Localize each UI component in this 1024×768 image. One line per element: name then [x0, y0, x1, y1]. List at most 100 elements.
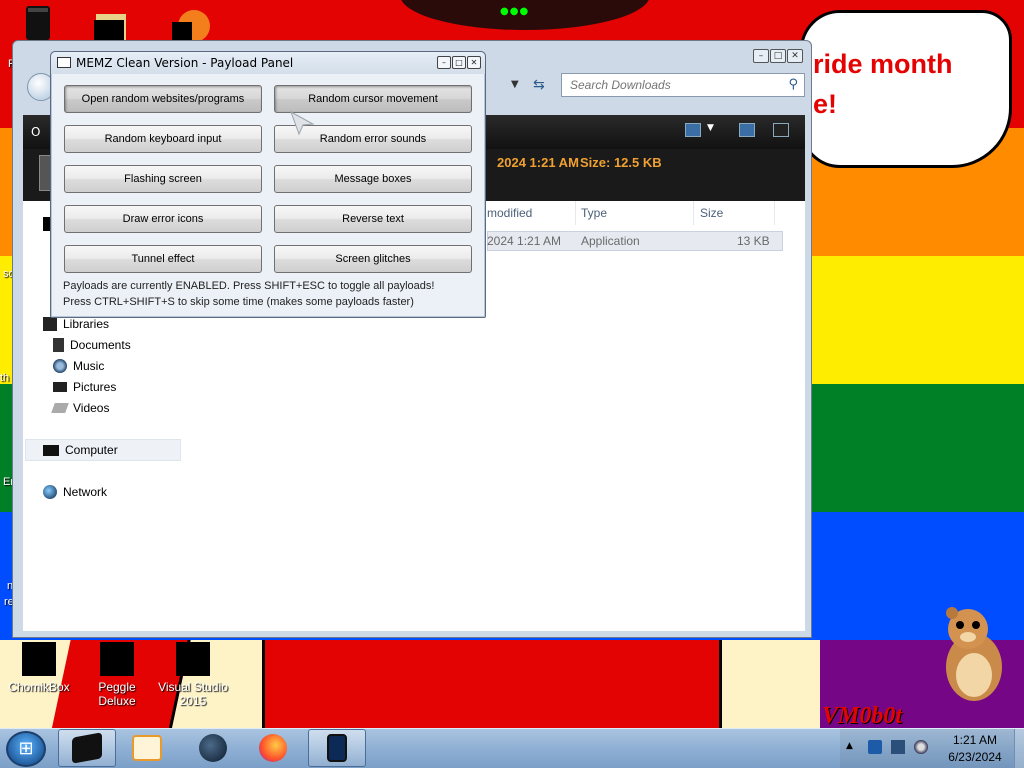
minimize-button[interactable]: – [437, 56, 451, 69]
taskbar-button-media-player[interactable] [118, 729, 176, 767]
nav-item-label: Network [63, 485, 108, 499]
payload-random-keyboard-input-button[interactable]: Random keyboard input [64, 125, 262, 153]
chevron-down-icon[interactable]: ▼ [707, 123, 714, 133]
column-header-size[interactable]: Size [700, 206, 723, 220]
memz-caption-buttons: – □ ✕ [437, 56, 481, 69]
payload-random-cursor-movement-button[interactable]: Random cursor movement [274, 85, 472, 113]
memz-task-icon [327, 734, 347, 762]
desktop-icon-label: ChomikBox [8, 680, 70, 694]
wallpaper-figure-eyes: ●●● [500, 6, 530, 17]
minimize-button[interactable]: – [753, 49, 769, 63]
speech-line-2: e! [813, 89, 838, 119]
nav-item-network[interactable]: Network [43, 485, 107, 499]
nav-item-label: Documents [70, 338, 131, 352]
speech-line-1: ride month [813, 49, 953, 79]
clock-time[interactable]: 1:21 AM [947, 733, 1003, 747]
volume-icon[interactable] [914, 740, 928, 754]
desktop-partial-label-3: th [0, 372, 10, 384]
documents-icon [53, 338, 64, 352]
close-button[interactable]: ✕ [467, 56, 481, 69]
payload-reverse-text-button[interactable]: Reverse text [274, 205, 472, 233]
file-size: 13 KB [737, 234, 770, 248]
close-button[interactable]: ✕ [787, 49, 803, 63]
nav-item-computer[interactable]: Computer [43, 443, 118, 457]
nav-item-music[interactable]: Music [53, 359, 104, 373]
details-date-modified: 2024 1:21 AM [497, 155, 579, 170]
memz-payload-panel-window: MEMZ Clean Version - Payload Panel – □ ✕… [50, 51, 486, 318]
payload-message-boxes-button[interactable]: Message boxes [274, 165, 472, 193]
taskbar-button-steam[interactable] [184, 729, 242, 767]
wallpaper-figure-body [262, 640, 722, 728]
search-box[interactable]: ⚲ [561, 73, 805, 97]
folder-shortcut-icon[interactable] [92, 4, 132, 44]
payload-status-text: Payloads are currently ENABLED. Press SH… [63, 280, 435, 292]
taskbar-button-firefox[interactable] [244, 729, 302, 767]
organize-menu[interactable]: O [31, 125, 40, 139]
file-type: Application [581, 234, 640, 248]
show-desktop-button[interactable] [1014, 729, 1024, 768]
explorer-task-icon [72, 732, 102, 764]
payload-skip-time-hint: Press CTRL+SHIFT+S to skip some time (ma… [63, 296, 414, 308]
preview-pane-icon[interactable] [739, 123, 755, 137]
file-date-modified: 2024 1:21 AM [487, 234, 562, 248]
nav-item-libraries[interactable]: Libraries [43, 317, 109, 331]
payload-draw-error-icons-button[interactable]: Draw error icons [64, 205, 262, 233]
videos-icon [51, 403, 69, 413]
column-divider[interactable] [575, 201, 576, 225]
nav-item-label: Music [73, 359, 105, 373]
clock-date[interactable]: 6/23/2024 [945, 750, 1005, 764]
nav-item-label: Videos [73, 401, 110, 415]
column-divider[interactable] [774, 201, 775, 225]
payload-screen-glitches-button[interactable]: Screen glitches [274, 245, 472, 273]
maximize-button[interactable]: □ [452, 56, 466, 69]
window-title: MEMZ Clean Version - Payload Panel [76, 56, 294, 70]
payload-tunnel-effect-button[interactable]: Tunnel effect [64, 245, 262, 273]
search-input[interactable] [562, 74, 772, 96]
memz-titlebar[interactable]: MEMZ Clean Version - Payload Panel – □ ✕ [51, 52, 485, 74]
desktop-icon-label: Visual Studio 2015 [158, 680, 228, 708]
refresh-icon[interactable]: ⇆ [533, 77, 545, 93]
computer-icon [43, 444, 59, 456]
speech-bubble-text: ride month e! [813, 44, 953, 124]
pictures-icon [53, 382, 67, 392]
vm-watermark-logo: VM0b0t [822, 703, 903, 728]
peggle-deluxe-icon [100, 642, 134, 676]
nav-item-pictures[interactable]: Pictures [53, 380, 116, 394]
view-options-icon[interactable] [685, 123, 701, 137]
desktop-icon-label: Peggle Deluxe [98, 680, 136, 708]
media-player-icon [132, 735, 162, 761]
payload-flashing-screen-button[interactable]: Flashing screen [64, 165, 262, 193]
nav-item-label: Computer [65, 443, 118, 457]
column-header-date-modified[interactable]: modified [487, 206, 532, 220]
nav-item-label: Pictures [73, 380, 117, 394]
taskbar-button-memz[interactable] [308, 729, 366, 767]
chevron-down-icon[interactable]: ▼ [511, 79, 519, 90]
recycle-bin-icon[interactable] [18, 4, 58, 44]
nav-item-label: Libraries [63, 317, 110, 331]
payload-open-random-websites-button[interactable]: Open random websites/programs [64, 85, 262, 113]
show-hidden-icons-icon[interactable]: ▲ [846, 741, 853, 751]
network-tray-icon[interactable] [891, 740, 905, 754]
search-icon[interactable]: ⚲ [788, 77, 798, 92]
steam-icon [199, 734, 227, 762]
column-header-type[interactable]: Type [581, 206, 607, 220]
libraries-icon [43, 317, 57, 331]
help-icon[interactable] [773, 123, 789, 137]
start-button[interactable]: ⊞ [6, 731, 46, 767]
network-icon [43, 485, 57, 499]
mouse-cursor-icon [290, 110, 315, 136]
column-divider[interactable] [693, 201, 694, 225]
details-size: Size: 12.5 KB [580, 155, 662, 170]
nav-item-videos[interactable]: Videos [51, 401, 110, 415]
hamster-mascot-icon [946, 607, 1002, 701]
app-shortcut-icon[interactable] [172, 4, 212, 44]
desktop-icon-peggle-deluxe[interactable]: Peggle Deluxe [81, 642, 153, 708]
nav-item-documents[interactable]: Documents [53, 338, 131, 352]
desktop-icon-visual-studio[interactable]: Visual Studio 2015 [157, 642, 229, 708]
action-center-icon[interactable] [868, 740, 882, 754]
desktop-icon-chomikbox[interactable]: ChomikBox [3, 642, 75, 694]
window-app-icon [57, 57, 71, 68]
maximize-button[interactable]: □ [770, 49, 786, 63]
chomikbox-icon [22, 642, 56, 676]
taskbar-button-explorer[interactable] [58, 729, 116, 767]
